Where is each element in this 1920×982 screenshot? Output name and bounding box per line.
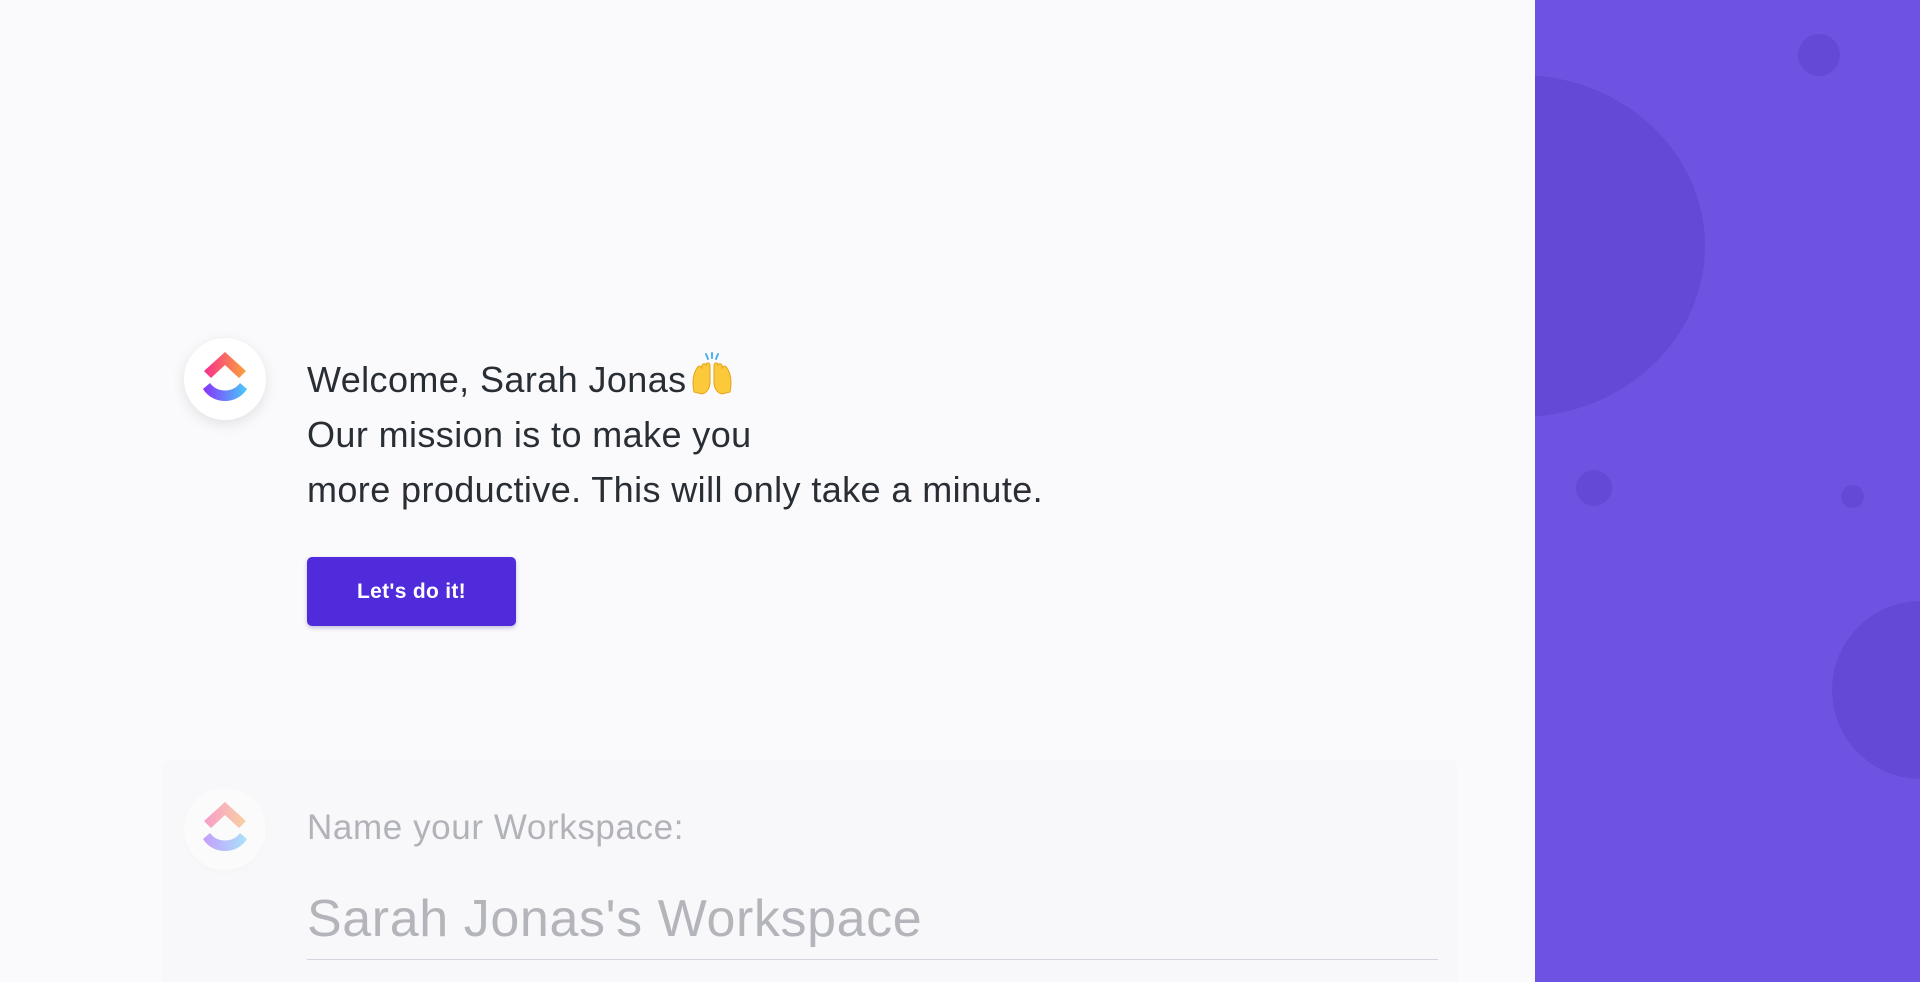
mission-line-2: more productive. This will only take a m…: [307, 469, 1044, 510]
welcome-message: Welcome, Sarah Jonas Our mission is to m…: [307, 352, 1043, 517]
raising-hands-icon: [692, 352, 731, 395]
workspace-name-label: Name your Workspace:: [307, 808, 685, 847]
decor-bubble-small: [1798, 34, 1840, 76]
clickup-logo-faded-icon: [184, 788, 266, 870]
decor-bubble-small: [1576, 470, 1612, 506]
mission-line-1: Our mission is to make you: [307, 414, 752, 455]
greeting-text: Welcome, Sarah Jonas: [307, 359, 687, 400]
clickup-logo-icon: [184, 338, 266, 420]
decor-bubble-medium: [1832, 601, 1920, 779]
workspace-name-input[interactable]: [307, 878, 1438, 960]
decorative-side-panel: [1535, 0, 1920, 982]
onboarding-main: Welcome, Sarah Jonas Our mission is to m…: [0, 0, 1535, 982]
lets-do-it-button[interactable]: Let's do it!: [307, 557, 516, 626]
welcome-heading: Welcome, Sarah Jonas: [307, 352, 1043, 407]
decor-bubble-large: [1535, 75, 1705, 417]
decor-bubble-tiny: [1841, 485, 1864, 508]
